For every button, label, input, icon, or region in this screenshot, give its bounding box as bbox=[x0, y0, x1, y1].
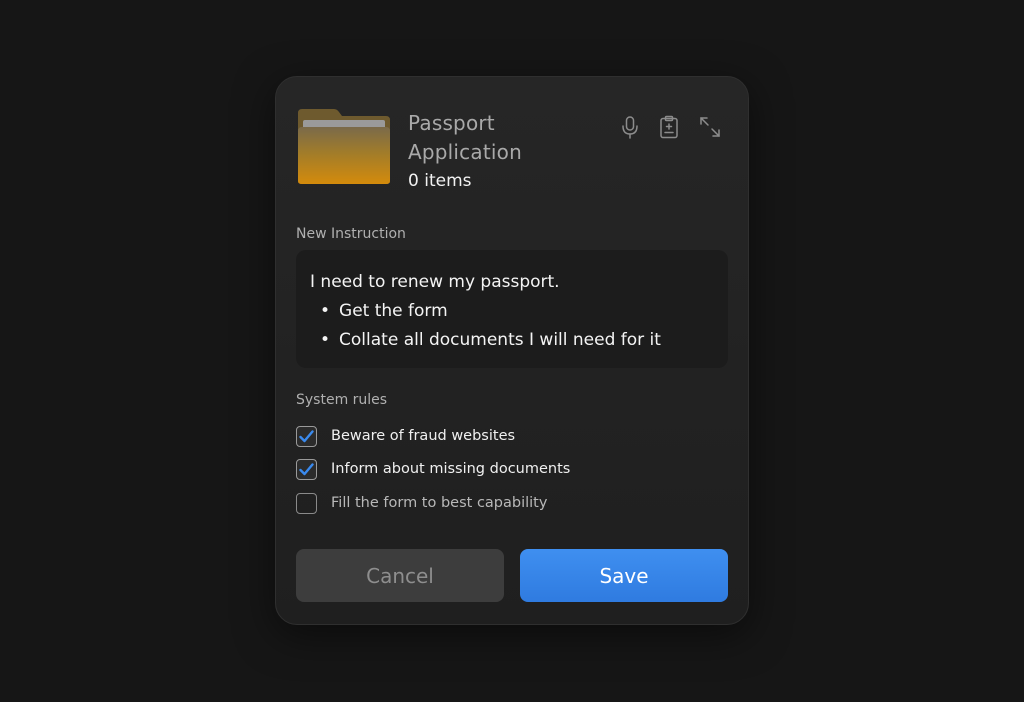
cancel-button[interactable]: Cancel bbox=[296, 549, 504, 602]
checkbox-unchecked[interactable] bbox=[296, 492, 317, 514]
instruction-bullet: Get the form bbox=[310, 297, 714, 326]
rule-missing-documents[interactable]: Inform about missing documents bbox=[296, 458, 570, 480]
instruction-label: New Instruction bbox=[296, 226, 406, 242]
checkbox-checked[interactable] bbox=[296, 425, 317, 447]
rule-label: Fill the form to best capability bbox=[331, 495, 548, 511]
clipboard-icon[interactable] bbox=[658, 115, 680, 139]
save-button[interactable]: Save bbox=[520, 549, 728, 602]
checkbox-checked[interactable] bbox=[296, 458, 317, 480]
folder-info: Passport Application 0 items bbox=[408, 109, 568, 194]
folder-icon bbox=[298, 109, 390, 184]
instruction-textarea[interactable]: I need to renew my passport. Get the for… bbox=[296, 250, 728, 368]
instruction-dialog: Passport Application 0 items New Instruc… bbox=[275, 76, 749, 625]
rule-fraud-websites[interactable]: Beware of fraud websites bbox=[296, 425, 515, 447]
expand-icon[interactable] bbox=[699, 115, 721, 139]
instruction-lead: I need to renew my passport. bbox=[310, 272, 560, 292]
rule-fill-form[interactable]: Fill the form to best capability bbox=[296, 492, 547, 514]
folder-item-count: 0 items bbox=[408, 171, 472, 191]
system-rules-label: System rules bbox=[296, 392, 388, 408]
checkmark-icon bbox=[299, 462, 314, 475]
rule-label: Inform about missing documents bbox=[331, 461, 571, 477]
folder-title: Passport Application bbox=[408, 111, 522, 164]
instruction-bullet: Collate all documents I will need for it bbox=[310, 326, 714, 355]
checkmark-icon bbox=[299, 429, 314, 442]
microphone-icon[interactable] bbox=[619, 115, 641, 139]
rule-label: Beware of fraud websites bbox=[331, 428, 516, 444]
